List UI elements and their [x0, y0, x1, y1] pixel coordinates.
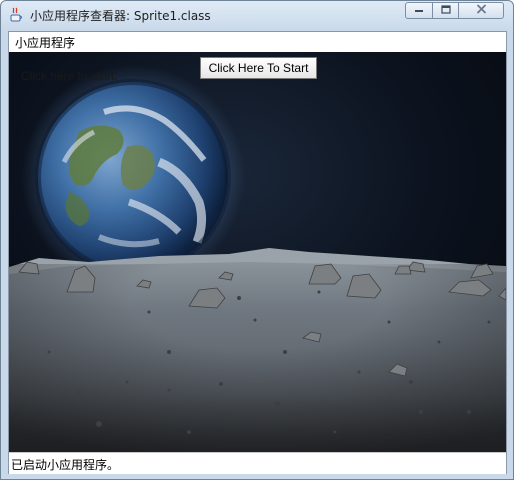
window-title: 小应用程序查看器: Sprite1.class [30, 9, 211, 23]
start-hint-text: Click here to start. [21, 69, 118, 83]
minimize-button[interactable] [405, 2, 433, 19]
maximize-icon [440, 4, 451, 17]
close-icon [476, 4, 487, 17]
close-button[interactable] [458, 2, 504, 19]
moon-earth-scene [9, 52, 506, 452]
minimize-icon [414, 5, 424, 16]
menu-applet[interactable]: 小应用程序 [15, 34, 75, 51]
applet-viewer-client: 小应用程序 Click here to start. Click Here To… [8, 31, 507, 474]
title-bar[interactable]: 小应用程序查看器: Sprite1.class [1, 1, 513, 29]
applet-canvas[interactable]: Click here to start. Click Here To Start [9, 52, 506, 452]
maximize-button[interactable] [432, 2, 459, 19]
status-text: 已启动小应用程序。 [11, 458, 120, 472]
status-bar: 已启动小应用程序。 [9, 452, 506, 474]
applet-viewer-window: 小应用程序查看器: Sprite1.class 小应用程序 Click here… [0, 0, 514, 480]
java-icon [9, 7, 23, 23]
menu-bar: 小应用程序 [9, 32, 506, 53]
start-button[interactable]: Click Here To Start [200, 57, 317, 79]
